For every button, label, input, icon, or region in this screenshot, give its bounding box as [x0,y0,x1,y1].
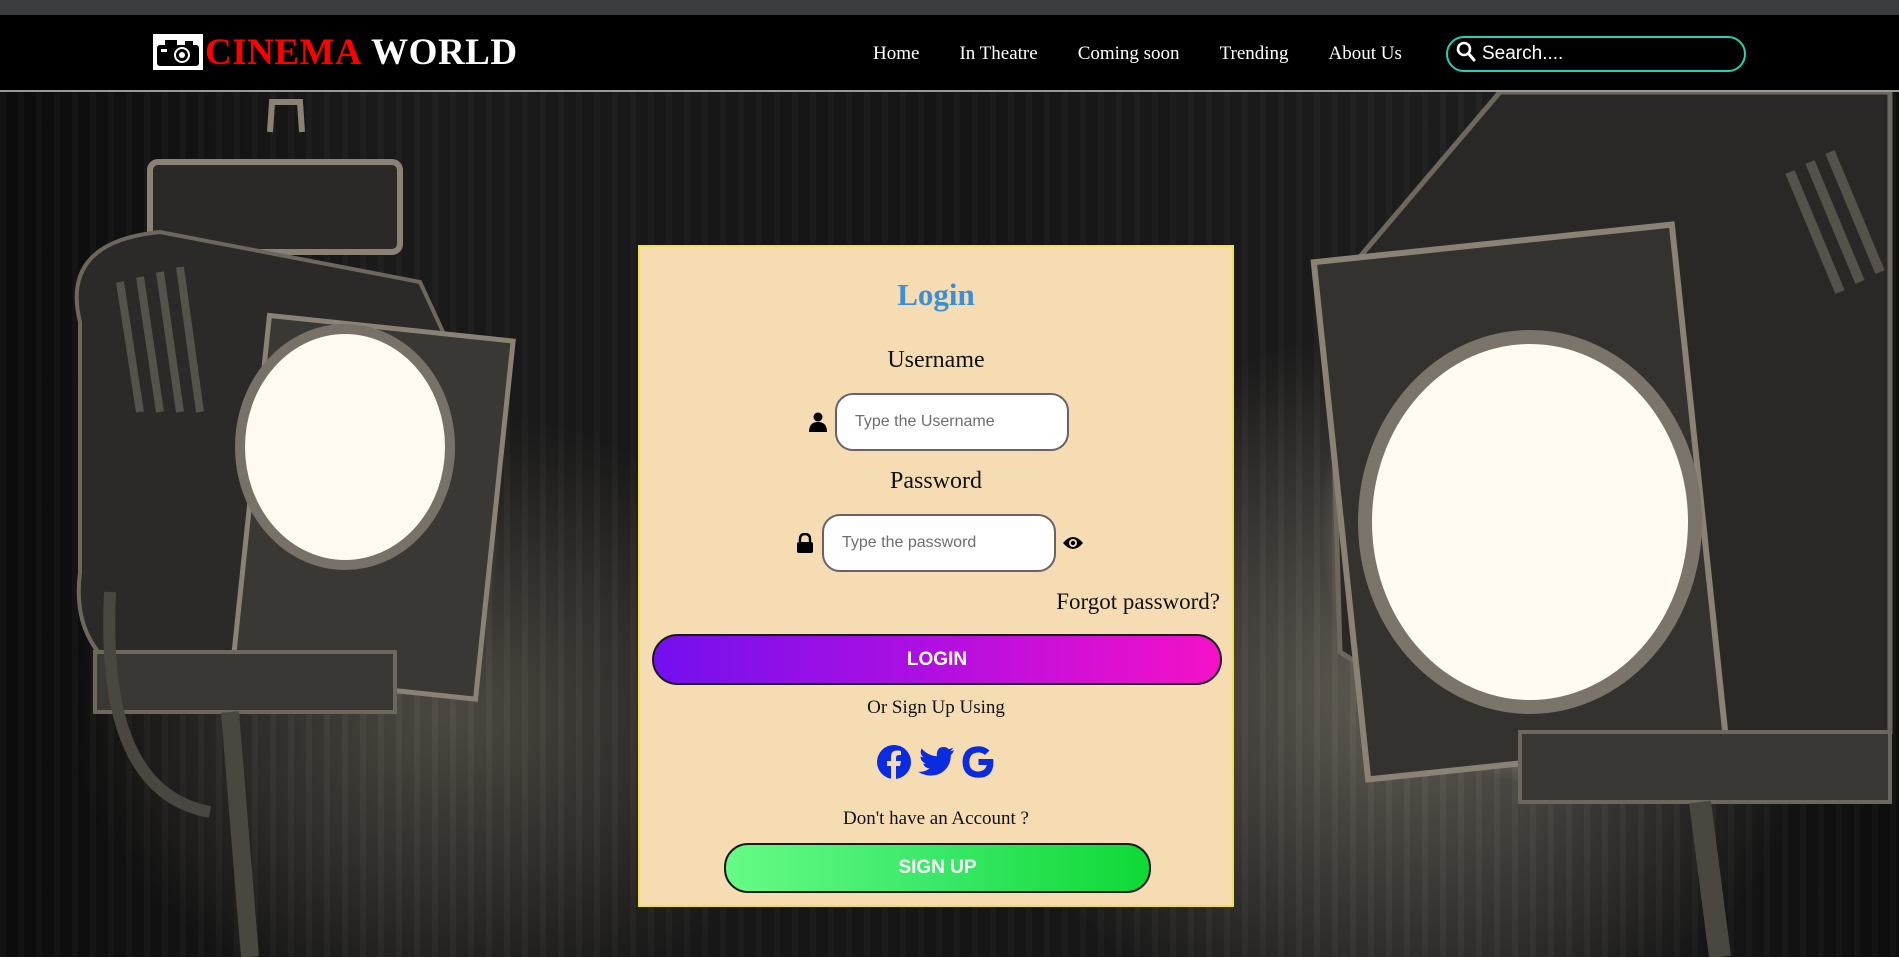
login-button[interactable]: LOGIN [652,634,1222,685]
or-sign-up-text: Or Sign Up Using [867,697,1005,718]
nav-coming-soon[interactable]: Coming soon [1078,43,1180,65]
no-account-text: Don't have an Account ? [843,808,1029,829]
search-icon [1456,41,1476,68]
eye-icon[interactable] [1062,535,1084,551]
username-row [807,393,1069,451]
social-login-row [640,743,1232,781]
password-input[interactable] [822,514,1056,572]
login-card: Login Username Password Forgot pas [638,245,1234,907]
google-icon[interactable] [959,743,997,781]
facebook-icon[interactable] [875,743,913,781]
brand-word-world: WORLD [371,31,518,73]
login-title: Login [897,277,975,312]
navbar: CINEMA WORLD Home In Theatre Coming soon… [0,15,1899,92]
search-input[interactable] [1482,43,1732,65]
camera-icon [153,34,203,70]
signup-button[interactable]: SIGN UP [724,843,1151,893]
nav-in-theatre[interactable]: In Theatre [959,43,1037,65]
twitter-icon[interactable] [917,743,955,781]
brand-word-cinema: CINEMA [205,31,363,73]
lock-icon [794,533,816,553]
forgot-password-link[interactable]: Forgot password? [1056,589,1220,615]
nav-home[interactable]: Home [873,43,919,65]
browser-top-strip [0,0,1899,15]
brand-logo[interactable]: CINEMA WORLD [153,30,518,74]
username-input[interactable] [835,393,1069,451]
username-label: Username [887,347,985,373]
nav-about-us[interactable]: About Us [1329,43,1402,65]
password-row [794,514,1084,572]
password-label: Password [889,468,982,494]
search-box[interactable] [1446,36,1746,72]
nav-trending[interactable]: Trending [1220,43,1289,65]
user-icon [807,412,829,432]
main-nav: Home In Theatre Coming soon Trending Abo… [873,43,1442,65]
